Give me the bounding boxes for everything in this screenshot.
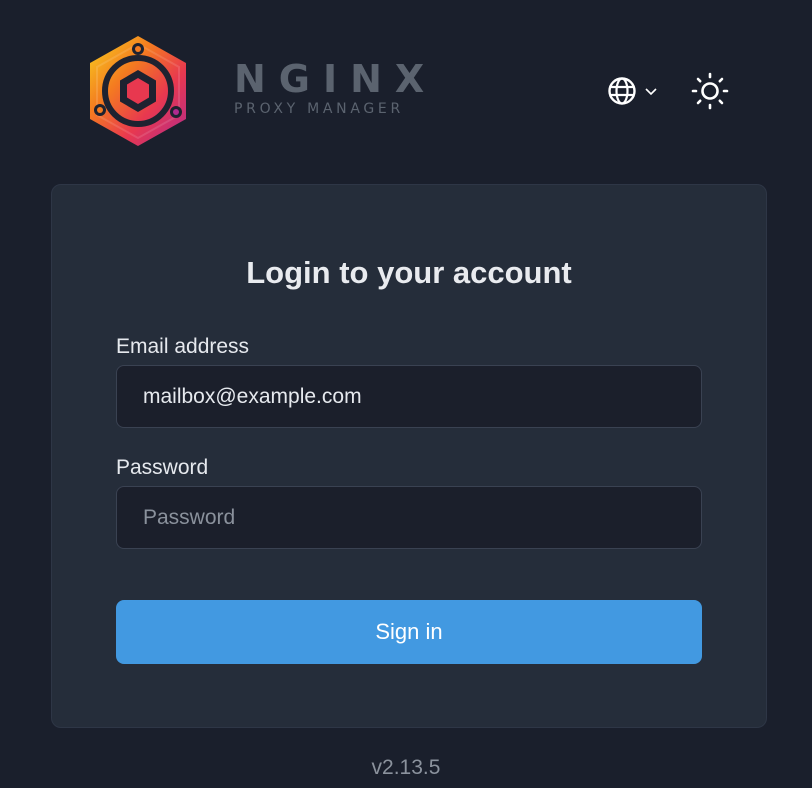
login-page: NGINX PROXY MANAGER Login to your accoun… bbox=[0, 0, 812, 788]
brand-logo-link[interactable]: NGINX PROXY MANAGER bbox=[86, 34, 437, 148]
email-label: Email address bbox=[116, 335, 250, 358]
brand-subtitle: PROXY MANAGER bbox=[234, 101, 404, 117]
chevron-down-icon bbox=[645, 88, 657, 96]
sun-icon bbox=[691, 72, 729, 110]
password-label: Password bbox=[116, 456, 209, 479]
theme-toggle-button[interactable] bbox=[690, 71, 730, 111]
nginx-proxy-manager-logo bbox=[90, 36, 186, 146]
language-selector[interactable] bbox=[606, 72, 659, 110]
brand-wordmark: NGINX PROXY MANAGER bbox=[234, 59, 437, 117]
header: NGINX PROXY MANAGER bbox=[0, 0, 812, 184]
password-field[interactable] bbox=[116, 486, 702, 549]
brand-name: NGINX bbox=[234, 57, 438, 101]
version-label: v2.13.5 bbox=[371, 756, 441, 779]
sign-in-button[interactable]: Sign in bbox=[116, 600, 702, 664]
email-field[interactable] bbox=[116, 365, 702, 428]
globe-icon bbox=[608, 77, 636, 105]
login-title: Login to your account bbox=[246, 255, 572, 290]
login-card: Login to your account Email address Pass… bbox=[51, 184, 767, 728]
